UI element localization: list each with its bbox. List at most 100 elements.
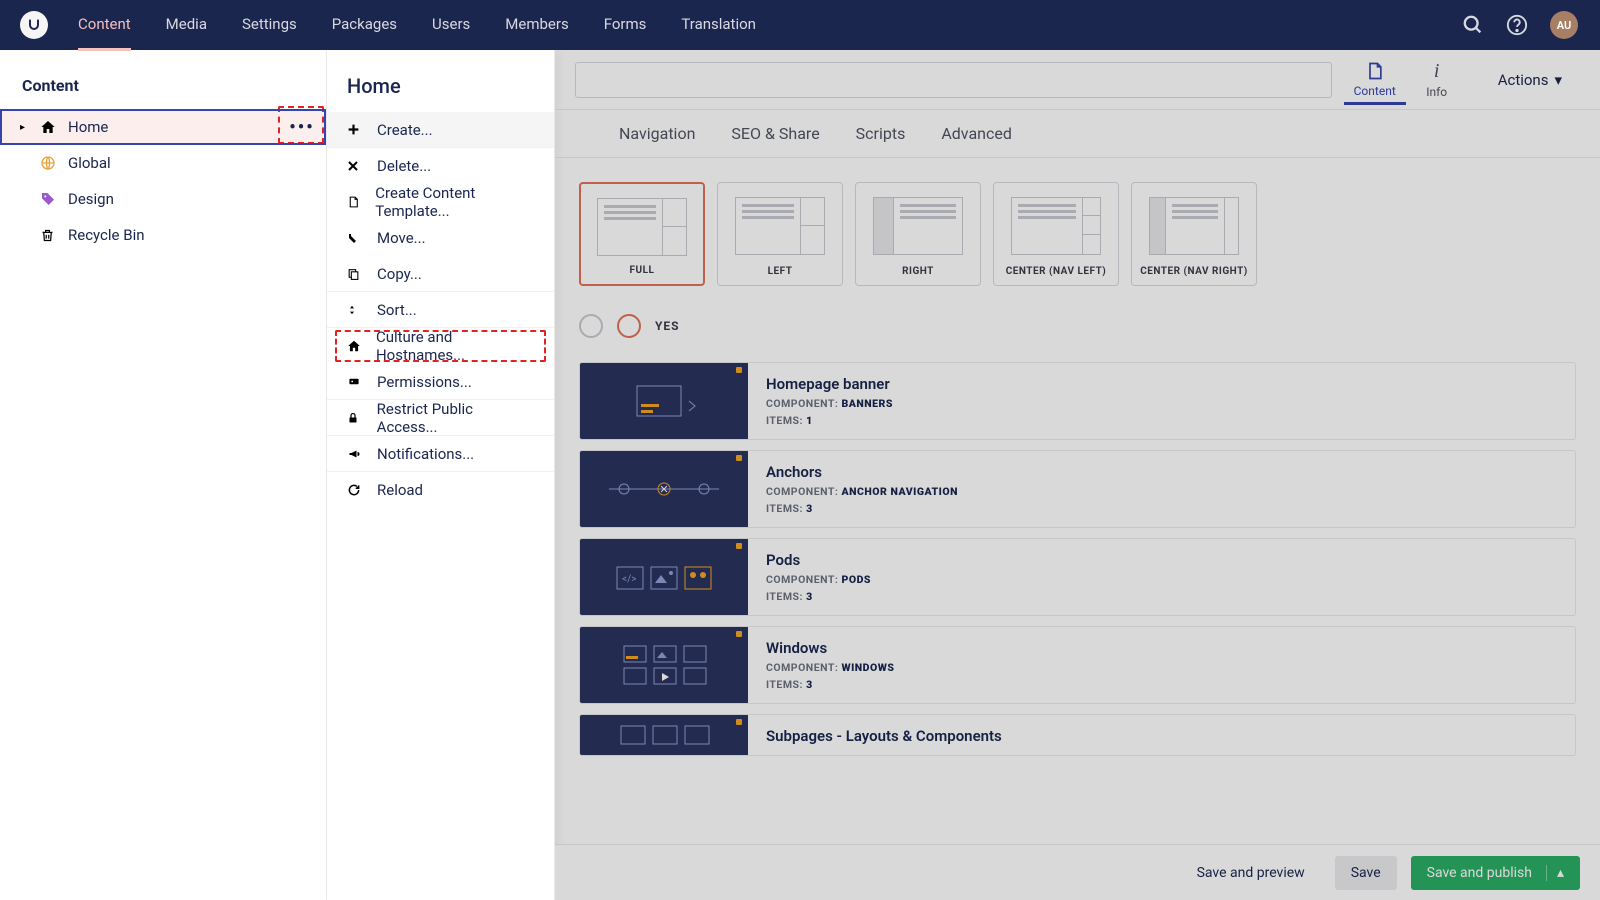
layout-right[interactable]: RIGHT: [855, 182, 981, 286]
ctx-delete[interactable]: Delete...: [327, 148, 554, 184]
layout-picker: FULL LEFT RIGHT CENTER (NAV LEFT) CENTER…: [579, 182, 1576, 286]
tree-item-recycle-bin[interactable]: Recycle Bin: [0, 217, 326, 253]
tree-item-design[interactable]: Design: [0, 181, 326, 217]
tree-item-actions-button[interactable]: •••: [284, 112, 320, 142]
actions-label: Actions: [1498, 71, 1549, 89]
ctx-culture-hostnames[interactable]: Culture and Hostnames...: [327, 328, 554, 364]
view-tab-content[interactable]: Content: [1344, 54, 1406, 105]
component-thumb: [580, 451, 748, 527]
layout-full[interactable]: FULL: [579, 182, 705, 286]
component-thumb: [580, 627, 748, 703]
view-tabs: Content i Info: [1344, 54, 1468, 105]
editor-header: Content i Info Actions ▾: [555, 50, 1600, 110]
node-name-input[interactable]: [575, 62, 1332, 98]
chevron-up-icon[interactable]: ▴: [1546, 865, 1564, 881]
prop-tab-current[interactable]: [579, 124, 583, 143]
tab-media[interactable]: Media: [166, 0, 207, 51]
layout-label: LEFT: [768, 266, 793, 277]
ctx-move[interactable]: Move...: [327, 220, 554, 256]
reload-icon: [347, 483, 363, 497]
component-row[interactable]: </> Pods COMPONENT: PODS ITEMS: 3: [579, 538, 1576, 616]
component-row[interactable]: Subpages - Layouts & Components: [579, 714, 1576, 756]
layout-left[interactable]: LEFT: [717, 182, 843, 286]
layout-center-nav-right[interactable]: CENTER (NAV RIGHT): [1131, 182, 1257, 286]
ctx-sort[interactable]: Sort...: [327, 292, 554, 328]
top-nav: Content Media Settings Packages Users Me…: [0, 0, 1600, 50]
ctx-restrict-access[interactable]: Restrict Public Access...: [327, 400, 554, 436]
component-meta: COMPONENT: WINDOWS: [766, 661, 894, 674]
tab-packages[interactable]: Packages: [332, 0, 397, 51]
component-meta: COMPONENT: ANCHOR NAVIGATION: [766, 485, 958, 498]
component-meta: ITEMS: 1: [766, 414, 893, 427]
component-row[interactable]: Anchors COMPONENT: ANCHOR NAVIGATION ITE…: [579, 450, 1576, 528]
prop-tab-navigation[interactable]: Navigation: [619, 124, 695, 143]
home-icon: [40, 119, 58, 135]
document-icon: [347, 195, 361, 209]
prop-tab-seo[interactable]: SEO & Share: [731, 124, 819, 143]
editor-body: FULL LEFT RIGHT CENTER (NAV LEFT) CENTER…: [555, 158, 1600, 780]
ctx-label: Delete...: [377, 157, 431, 175]
save-publish-button[interactable]: Save and publish ▴: [1411, 856, 1580, 890]
layout-label: CENTER (NAV RIGHT): [1140, 266, 1248, 277]
user-avatar[interactable]: AU: [1550, 11, 1578, 39]
tag-icon: [40, 191, 58, 207]
component-thumb: </>: [580, 539, 748, 615]
expand-caret-icon[interactable]: ▸: [20, 122, 30, 133]
prop-tab-scripts[interactable]: Scripts: [856, 124, 906, 143]
tab-translation[interactable]: Translation: [681, 0, 756, 51]
ctx-permissions[interactable]: Permissions...: [327, 364, 554, 400]
ctx-label: Restrict Public Access...: [377, 400, 534, 436]
tree-item-label: Recycle Bin: [68, 226, 145, 244]
info-icon: i: [1406, 60, 1468, 83]
save-button[interactable]: Save: [1335, 856, 1397, 890]
ctx-label: Sort...: [377, 301, 417, 319]
ctx-create[interactable]: Create...: [327, 112, 554, 148]
lock-icon: [347, 411, 363, 425]
tab-content[interactable]: Content: [78, 0, 131, 51]
tree-item-label: Global: [68, 154, 111, 172]
editor-footer: Save and preview Save Save and publish ▴: [555, 844, 1600, 900]
radio-selected[interactable]: [617, 314, 641, 338]
editor-area: Content i Info Actions ▾ Navigation SEO …: [555, 50, 1600, 900]
actions-dropdown[interactable]: Actions ▾: [1480, 62, 1580, 98]
radio-off[interactable]: [579, 314, 603, 338]
tab-users[interactable]: Users: [432, 0, 470, 51]
component-meta: ITEMS: 3: [766, 678, 894, 691]
logo[interactable]: [20, 11, 48, 39]
component-meta: ITEMS: 3: [766, 502, 958, 515]
svg-text:</>: </>: [622, 574, 636, 585]
save-preview-button[interactable]: Save and preview: [1181, 856, 1321, 890]
component-title: Homepage banner: [766, 375, 893, 393]
ctx-notifications[interactable]: Notifications...: [327, 436, 554, 472]
tree-item-global[interactable]: Global: [0, 145, 326, 181]
ctx-reload[interactable]: Reload: [327, 472, 554, 508]
ctx-label: Reload: [377, 481, 423, 499]
component-row[interactable]: Windows COMPONENT: WINDOWS ITEMS: 3: [579, 626, 1576, 704]
component-meta: ITEMS: 3: [766, 590, 871, 603]
help-icon[interactable]: [1506, 14, 1528, 36]
view-tab-label: Content: [1354, 84, 1396, 98]
prop-tab-advanced[interactable]: Advanced: [941, 124, 1012, 143]
view-tab-info[interactable]: i Info: [1406, 54, 1468, 105]
tree-item-label: Home: [68, 118, 108, 136]
ctx-create-template[interactable]: Create Content Template...: [327, 184, 554, 220]
tab-settings[interactable]: Settings: [242, 0, 297, 51]
context-title: Home: [327, 50, 554, 112]
tree-item-label: Design: [68, 190, 114, 208]
tree-title: Content: [0, 50, 326, 109]
component-title: Subpages - Layouts & Components: [766, 727, 1002, 745]
top-nav-right: AU: [1462, 11, 1578, 39]
ctx-label: Copy...: [377, 265, 422, 283]
document-icon: [1344, 60, 1406, 82]
component-list: Homepage banner COMPONENT: BANNERS ITEMS…: [579, 362, 1576, 756]
top-nav-tabs: Content Media Settings Packages Users Me…: [78, 0, 756, 51]
tab-forms[interactable]: Forms: [604, 0, 647, 51]
tab-members[interactable]: Members: [505, 0, 568, 51]
component-row[interactable]: Homepage banner COMPONENT: BANNERS ITEMS…: [579, 362, 1576, 440]
search-icon[interactable]: [1462, 14, 1484, 36]
ctx-label: Notifications...: [377, 445, 474, 463]
ctx-copy[interactable]: Copy...: [327, 256, 554, 292]
tree-item-home[interactable]: ▸ Home •••: [0, 109, 326, 145]
layout-center-nav-left[interactable]: CENTER (NAV LEFT): [993, 182, 1119, 286]
content-tree-panel: Content ▸ Home ••• Global: [0, 50, 327, 900]
